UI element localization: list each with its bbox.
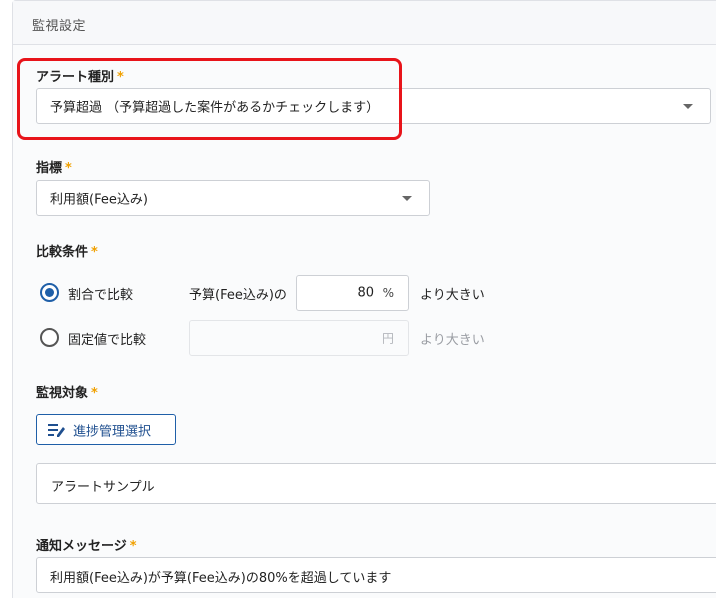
highlight-box (17, 58, 402, 140)
target-label: 監視対象 * (36, 382, 98, 401)
metric-value: 利用額(Fee込み) (50, 192, 148, 208)
ratio-input[interactable]: 80 % (296, 275, 409, 311)
required-mark: * (91, 386, 98, 401)
target-selected-value: アラートサンプル (51, 480, 155, 495)
yen-unit: 円 (381, 331, 394, 346)
message-label-text: 通知メッセージ (36, 539, 127, 554)
percent-unit: % (382, 286, 394, 300)
metric-label-text: 指標 (36, 161, 63, 176)
chevron-down-icon (402, 196, 412, 201)
ratio-option-label: 割合で比較 (68, 288, 134, 303)
fixed-input[interactable]: 円 (189, 320, 409, 356)
message-label: 通知メッセージ * (36, 535, 137, 554)
fixed-radio[interactable] (40, 328, 59, 347)
target-label-text: 監視対象 (36, 386, 89, 401)
edit-list-icon (48, 424, 65, 437)
select-progress-button-label: 進捗管理選択 (73, 424, 152, 439)
ratio-value: 80 (357, 285, 374, 301)
required-mark: * (129, 539, 137, 554)
fixed-suffix: より大きい (420, 333, 485, 348)
comparison-label-text: 比較条件 (36, 245, 89, 260)
metric-select[interactable]: 利用額(Fee込み) (36, 180, 430, 216)
panel-title: 監視設定 (32, 19, 87, 34)
fixed-option-label: 固定値で比較 (68, 333, 147, 348)
metric-label: 指標 * (36, 157, 72, 176)
ratio-prefix: 予算(Fee込み)の (189, 288, 287, 303)
required-mark: * (91, 245, 98, 260)
comparison-label: 比較条件 * (36, 241, 98, 260)
select-progress-button[interactable]: 進捗管理選択 (36, 414, 176, 445)
required-mark: * (65, 161, 72, 176)
panel-header: 監視設定 (13, 1, 716, 45)
ratio-suffix: より大きい (420, 288, 485, 303)
message-value: 利用額(Fee込み)が予算(Fee込み)の80%を超過しています (50, 571, 392, 586)
ratio-radio[interactable] (40, 283, 59, 302)
chevron-down-icon (683, 104, 693, 109)
target-selected-box: アラートサンプル (36, 463, 716, 504)
message-input[interactable]: 利用額(Fee込み)が予算(Fee込み)の80%を超過しています (36, 557, 716, 593)
